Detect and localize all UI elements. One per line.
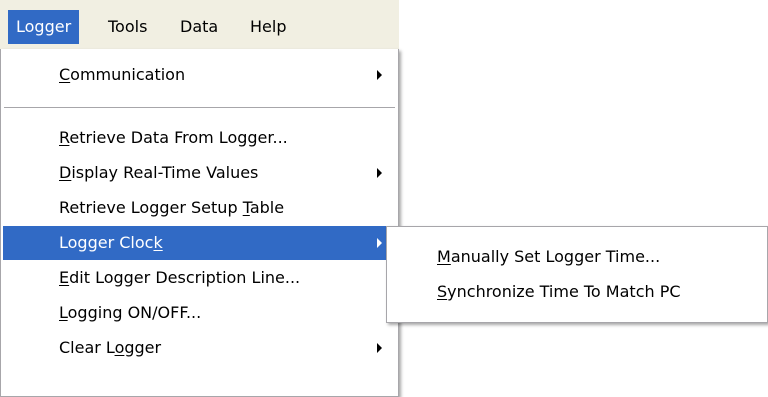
- menu-item-label: Synchronize Time To Match PC: [437, 282, 681, 301]
- logger-dropdown-menu: Communication Retrieve Data From Logger.…: [0, 49, 399, 397]
- menu-separator: [4, 107, 395, 108]
- submenu-arrow-icon: [377, 70, 382, 80]
- menu-item-label: Communication: [59, 65, 186, 84]
- menu-item-label: Logging ON/OFF...: [59, 303, 202, 322]
- menu-data[interactable]: Data: [172, 10, 226, 44]
- menu-item-retrieve-setup-table[interactable]: Retrieve Logger Setup Table: [3, 191, 396, 225]
- menu-item-label: Clear Logger: [59, 338, 162, 357]
- menu-item-logger-clock[interactable]: Logger Clock: [3, 226, 396, 260]
- menu-item-edit-description-line[interactable]: Edit Logger Description Line...: [3, 261, 396, 295]
- menu-item-label: Edit Logger Description Line...: [59, 268, 301, 287]
- logger-clock-submenu: Manually Set Logger Time... Synchronize …: [386, 226, 768, 323]
- menu-item-manually-set-time[interactable]: Manually Set Logger Time...: [389, 240, 765, 274]
- menu-help[interactable]: Help: [242, 10, 294, 44]
- menu-item-retrieve-data[interactable]: Retrieve Data From Logger...: [3, 121, 396, 155]
- submenu-arrow-icon: [377, 238, 382, 248]
- submenu-arrow-icon: [377, 343, 382, 353]
- menu-item-label: Manually Set Logger Time...: [437, 247, 661, 266]
- menu-bar: Logger Tools Data Help: [0, 0, 399, 50]
- menu-item-communication[interactable]: Communication: [3, 58, 396, 92]
- menu-item-label: Logger Clock: [59, 233, 163, 252]
- menu-item-synchronize-time[interactable]: Synchronize Time To Match PC: [389, 275, 765, 309]
- menu-item-logging-on-off[interactable]: Logging ON/OFF...: [3, 296, 396, 330]
- menu-item-display-real-time-values[interactable]: Display Real-Time Values: [3, 156, 396, 190]
- submenu-arrow-icon: [377, 168, 382, 178]
- menu-item-clear-logger[interactable]: Clear Logger: [3, 331, 396, 365]
- menu-tools[interactable]: Tools: [100, 10, 155, 44]
- menu-logger[interactable]: Logger: [8, 10, 80, 44]
- menu-item-label: Retrieve Logger Setup Table: [59, 198, 285, 217]
- menu-item-label: Display Real-Time Values: [59, 163, 259, 182]
- menu-item-label: Retrieve Data From Logger...: [59, 128, 288, 147]
